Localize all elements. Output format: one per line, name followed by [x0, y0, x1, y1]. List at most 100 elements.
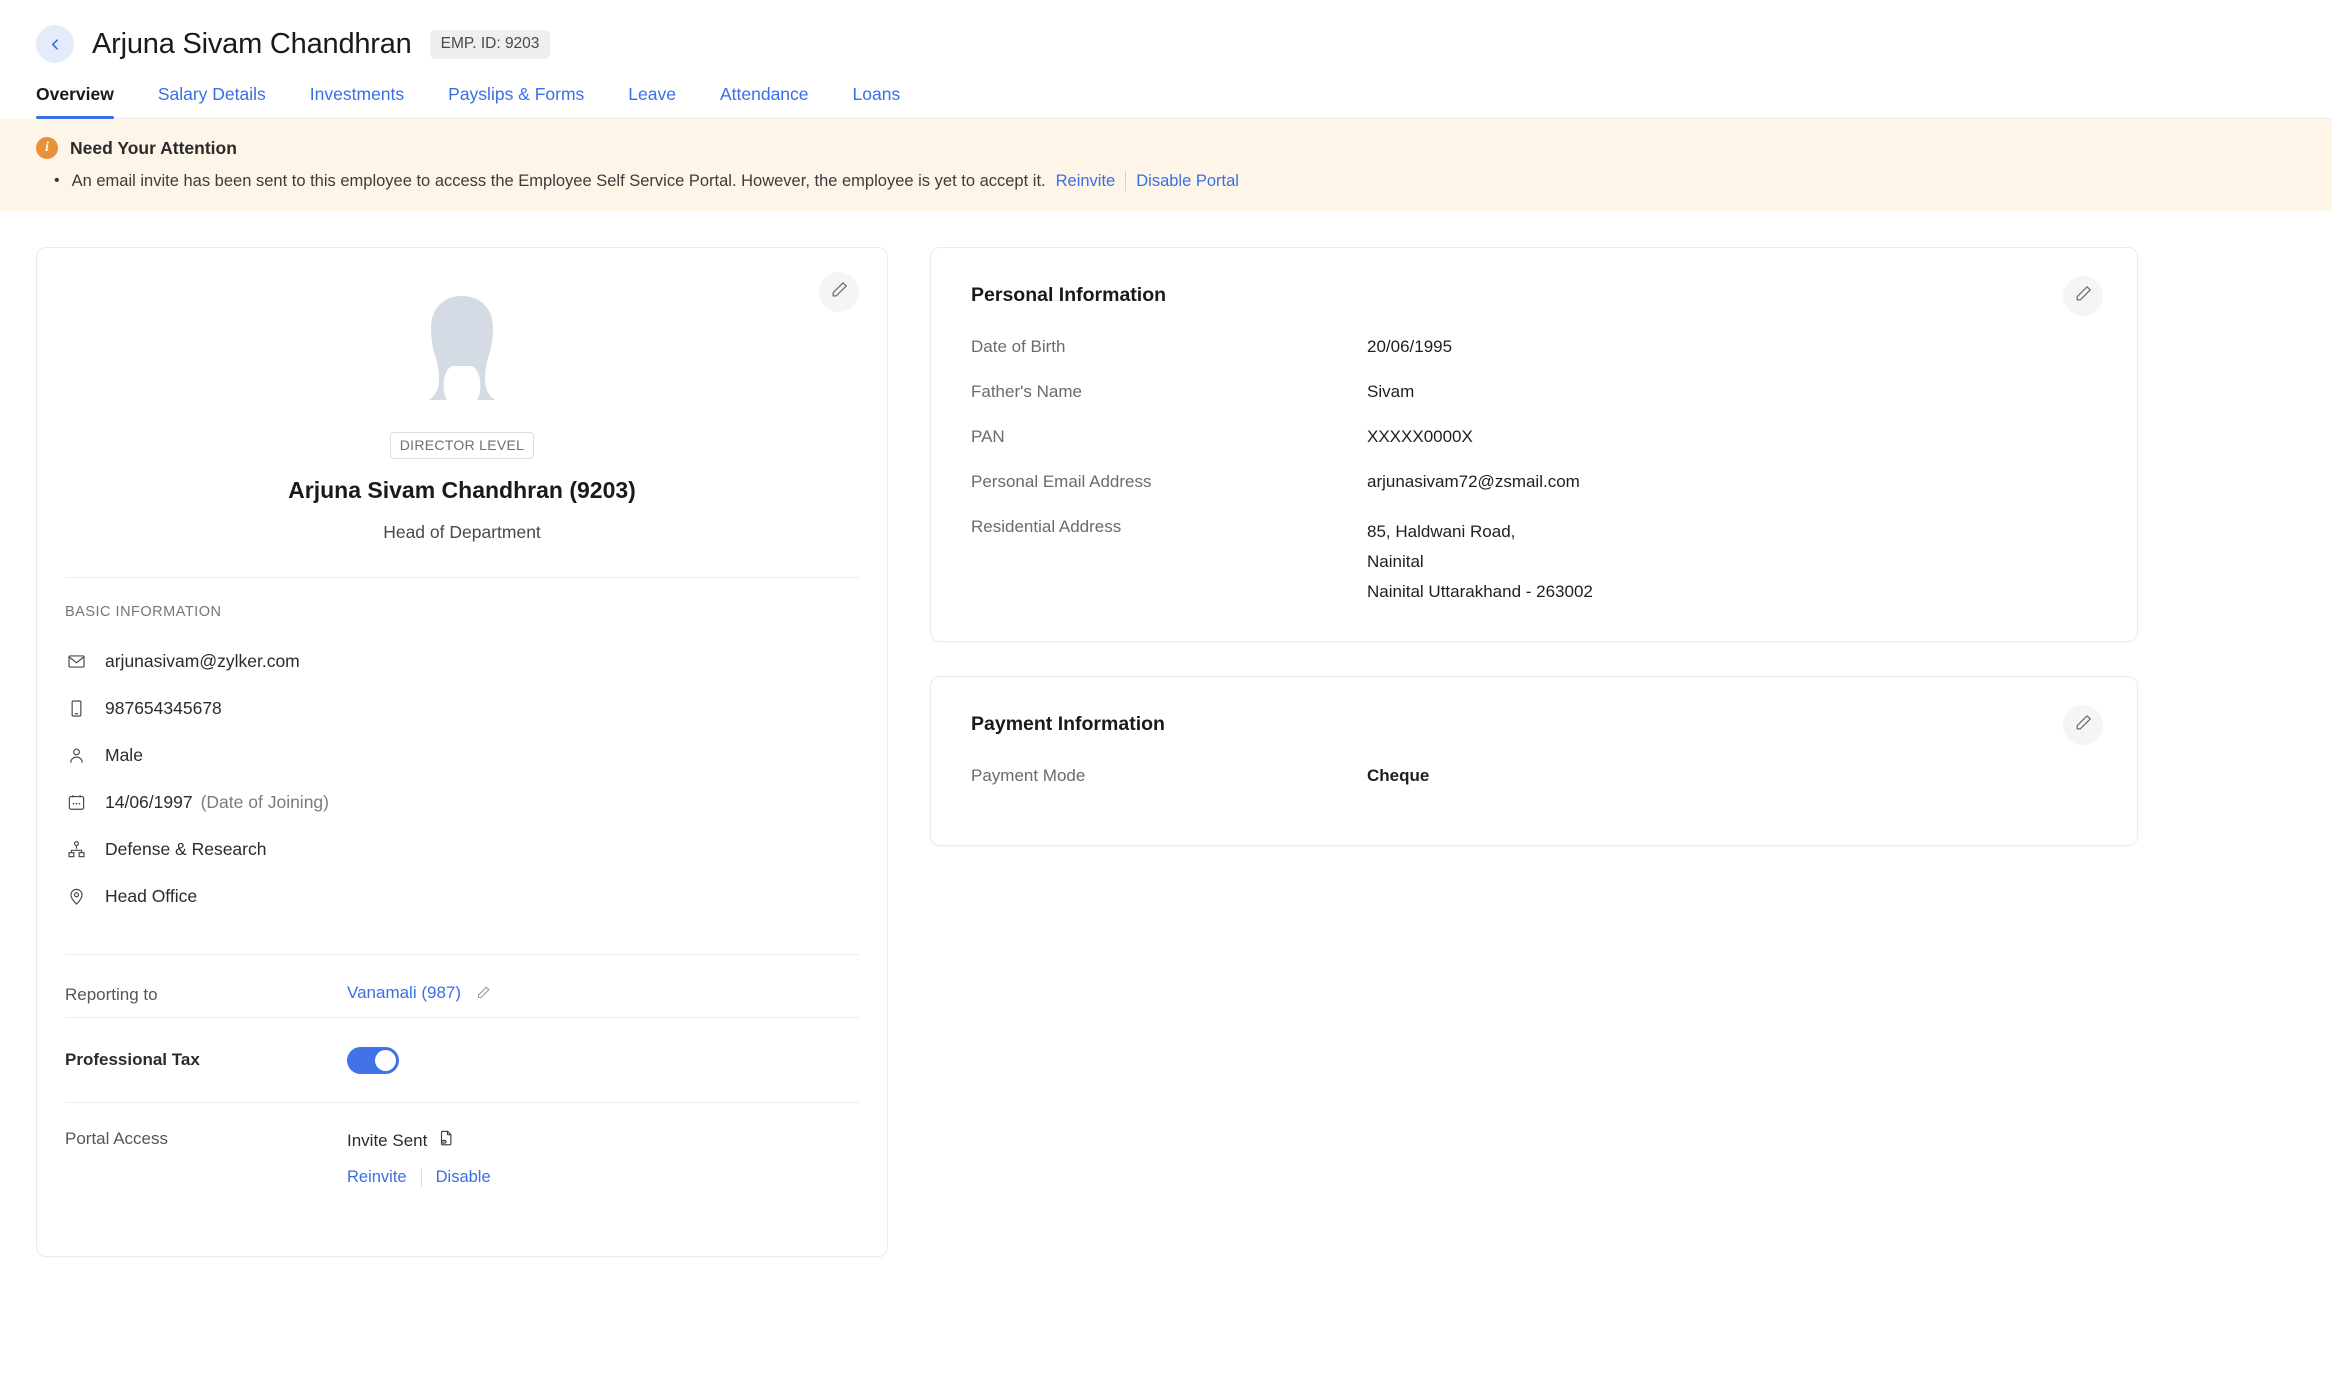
- location-pin-icon: [65, 886, 87, 908]
- reporting-to-link[interactable]: Vanamali (987): [347, 983, 461, 1002]
- org-chart-icon: [65, 839, 87, 861]
- phone-value: 987654345678: [105, 698, 222, 718]
- profile-role: Head of Department: [383, 522, 541, 542]
- personal-email-label: Personal Email Address: [971, 472, 1152, 491]
- basic-information-label: BASIC INFORMATION: [65, 604, 222, 620]
- address-line-3: Nainital Uttarakhand - 263002: [1367, 582, 1593, 601]
- professional-tax-value: [347, 1046, 399, 1074]
- portal-access-row: Portal Access Invite Sent Reinvite Disab…: [37, 1103, 887, 1213]
- employee-id-badge: EMP. ID: 9203: [429, 29, 551, 59]
- tab-payslips-forms[interactable]: Payslips & Forms: [426, 84, 606, 118]
- info-row-department: Defense & Research: [65, 826, 887, 873]
- portal-status-text: Invite Sent: [347, 1130, 428, 1150]
- title-row: Arjuna Sivam Chandhran EMP. ID: 9203: [36, 22, 2332, 66]
- email-value: arjunasivam@zylker.com: [105, 651, 300, 671]
- banner-divider: [1125, 171, 1127, 191]
- tab-bar: Overview Salary Details Investments Pays…: [36, 84, 2332, 119]
- fathers-name-value: Sivam: [1367, 382, 1415, 401]
- portal-disable-link[interactable]: Disable: [436, 1168, 491, 1187]
- user-silhouette-avatar-icon: [429, 296, 495, 400]
- banner-header: i Need Your Attention: [36, 137, 2332, 159]
- attention-banner: i Need Your Attention • An email invite …: [0, 119, 2332, 211]
- banner-message: An email invite has been sent to this em…: [71, 171, 1046, 190]
- tab-loans[interactable]: Loans: [831, 84, 923, 118]
- pencil-icon: [2074, 713, 2093, 737]
- portal-access-label: Portal Access: [65, 1129, 168, 1148]
- tab-leave[interactable]: Leave: [606, 84, 698, 118]
- row-fathers-name: Father's Name Sivam: [971, 382, 2097, 427]
- personal-information-panel: Personal Information Date of Birth 20/06…: [930, 247, 2138, 642]
- professional-tax-toggle[interactable]: [347, 1046, 399, 1074]
- row-payment-mode: Payment Mode Cheque: [971, 766, 2097, 811]
- portal-actions: Reinvite Disable: [347, 1168, 491, 1187]
- bullet-marker: •: [54, 172, 60, 189]
- portal-status: Invite Sent: [347, 1129, 491, 1152]
- banner-disable-portal-link[interactable]: Disable Portal: [1136, 172, 1239, 191]
- row-date-of-birth: Date of Birth 20/06/1995: [971, 337, 2097, 382]
- reporting-to-row: Reporting to Vanamali (987): [37, 955, 887, 1017]
- personal-information-title: Personal Information: [971, 284, 1167, 306]
- address-line-1: 85, Haldwani Road,: [1367, 522, 1516, 541]
- main-content: DIRECTOR LEVEL Arjuna Sivam Chandhran (9…: [0, 211, 2332, 1257]
- row-personal-email: Personal Email Address arjunasivam72@zsm…: [971, 472, 2097, 517]
- tab-attendance[interactable]: Attendance: [698, 84, 831, 118]
- banner-title: Need Your Attention: [70, 137, 237, 158]
- banner-reinvite-link[interactable]: Reinvite: [1056, 172, 1116, 191]
- location-value: Head Office: [105, 886, 198, 906]
- date-of-joining-value: 14/06/1997: [105, 792, 193, 812]
- envelope-icon: [65, 651, 87, 673]
- payment-information-panel: Payment Information Payment Mode Cheque: [930, 676, 2138, 846]
- address-line-2: Nainital: [1367, 552, 1424, 571]
- personal-email-value: arjunasivam72@zsmail.com: [1367, 472, 1580, 491]
- pan-value: XXXXX0000X: [1367, 427, 1473, 446]
- tab-investments[interactable]: Investments: [288, 84, 426, 118]
- tab-salary-details[interactable]: Salary Details: [136, 84, 288, 118]
- page-title: Arjuna Sivam Chandhran: [92, 27, 412, 60]
- professional-tax-row: Professional Tax: [37, 1018, 887, 1102]
- right-column: Personal Information Date of Birth 20/06…: [930, 247, 2138, 846]
- avatar-wrapper: [37, 248, 887, 402]
- row-residential-address: Residential Address 85, Haldwani Road, N…: [971, 517, 2097, 607]
- fathers-name-label: Father's Name: [971, 382, 1082, 401]
- date-of-birth-label: Date of Birth: [971, 337, 1066, 356]
- portal-actions-divider: [420, 1168, 422, 1187]
- portal-access-value: Invite Sent Reinvite Disable: [347, 1129, 491, 1213]
- row-pan: PAN XXXXX0000X: [971, 427, 2097, 472]
- residential-address-label: Residential Address: [971, 517, 1122, 536]
- date-of-joining-note: (Date of Joining): [200, 792, 329, 812]
- pencil-icon: [2074, 284, 2093, 308]
- banner-body: • An email invite has been sent to this …: [36, 171, 2332, 191]
- payment-mode-value: Cheque: [1367, 766, 1430, 785]
- profile-card: DIRECTOR LEVEL Arjuna Sivam Chandhran (9…: [36, 247, 888, 1257]
- info-row-gender: Male: [65, 732, 887, 779]
- department-value: Defense & Research: [105, 839, 267, 859]
- reporting-to-label: Reporting to: [65, 985, 158, 1004]
- chevron-left-icon: [49, 38, 62, 51]
- edit-personal-information-button[interactable]: [2063, 276, 2103, 316]
- info-row-location: Head Office: [65, 873, 887, 920]
- edit-profile-button[interactable]: [819, 272, 859, 312]
- professional-tax-label: Professional Tax: [65, 1050, 200, 1069]
- payment-mode-label: Payment Mode: [971, 766, 1086, 785]
- toggle-knob: [375, 1049, 396, 1071]
- pencil-icon: [830, 280, 849, 304]
- person-icon: [65, 745, 87, 767]
- pan-label: PAN: [971, 427, 1005, 446]
- director-level-badge: DIRECTOR LEVEL: [389, 432, 535, 459]
- residential-address-value: 85, Haldwani Road, Nainital Nainital Utt…: [1367, 517, 1593, 607]
- document-preview-icon[interactable]: [437, 1129, 455, 1152]
- basic-information-list: arjunasivam@zylker.com 987654345678 Male…: [37, 620, 887, 920]
- page-header: Arjuna Sivam Chandhran EMP. ID: 9203 Ove…: [0, 0, 2332, 119]
- edit-reporting-to-pencil-icon[interactable]: [476, 985, 491, 1005]
- back-button[interactable]: [36, 25, 74, 63]
- payment-information-title: Payment Information: [971, 713, 1165, 735]
- edit-payment-information-button[interactable]: [2063, 705, 2103, 745]
- info-row-date-of-joining: 14/06/1997 (Date of Joining): [65, 779, 887, 826]
- tab-overview[interactable]: Overview: [36, 84, 136, 119]
- reporting-to-value-wrap: Vanamali (987): [347, 983, 491, 1005]
- date-of-birth-value: 20/06/1995: [1367, 337, 1453, 356]
- portal-reinvite-link[interactable]: Reinvite: [347, 1168, 407, 1187]
- info-icon: i: [36, 137, 58, 159]
- info-row-email: arjunasivam@zylker.com: [65, 638, 887, 685]
- profile-name: Arjuna Sivam Chandhran (9203): [288, 477, 636, 503]
